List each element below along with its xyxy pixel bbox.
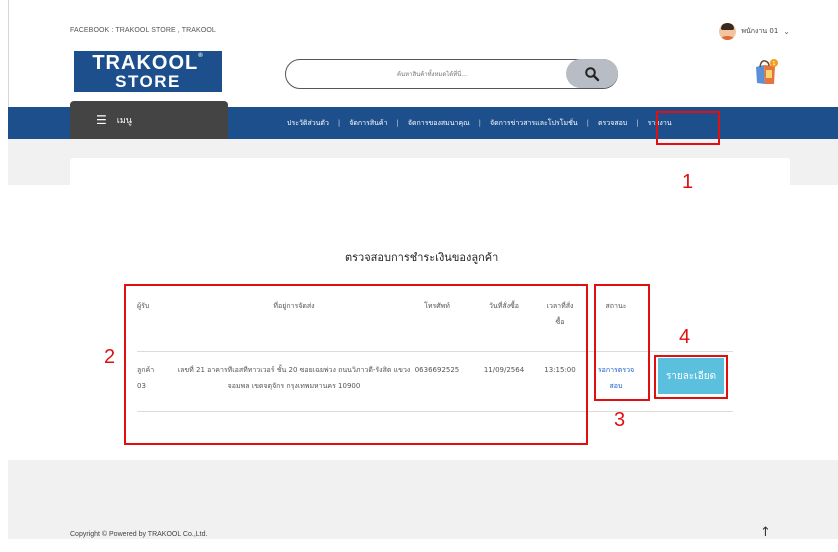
- cart-icon: 1: [756, 59, 778, 84]
- copyright-text: Copyright © Powered by TRAKOOL Co.,Ltd.: [70, 531, 208, 538]
- nav-separator: |: [586, 119, 589, 127]
- nav-links: ประวัติส่วนตัว | จัดการสินค้า | จัดการขอ…: [287, 107, 672, 139]
- annotation-box-3: [594, 284, 650, 401]
- footer-bar: [8, 539, 838, 552]
- annotation-box-4: [654, 355, 728, 399]
- annotation-number-3: 3: [614, 409, 626, 431]
- user-menu[interactable]: พนักงาน 01 ⌄: [719, 22, 790, 40]
- logo-line2: STORE: [115, 72, 181, 91]
- store-logo[interactable]: TRAKOOL® STORE: [74, 51, 222, 92]
- annotation-box-1: [656, 111, 720, 145]
- user-name: พนักงาน 01: [741, 26, 779, 35]
- search-button[interactable]: [566, 59, 618, 88]
- nav-separator: |: [337, 119, 341, 127]
- logo-line1: TRAKOOL: [92, 52, 199, 74]
- page-title: ตรวจสอบการชำระเงินของลูกค้า: [345, 251, 499, 264]
- page-root: FACEBOOK : TRAKOOL STORE , TRAKOOL พนักง…: [0, 0, 838, 552]
- search-bar: [285, 59, 618, 89]
- cart-button[interactable]: 1: [751, 57, 781, 87]
- nav-profile[interactable]: ประวัติส่วนตัว: [287, 118, 329, 129]
- nav-separator: |: [636, 119, 639, 127]
- svg-text:1: 1: [772, 61, 775, 67]
- top-strip: FACEBOOK : TRAKOOL STORE , TRAKOOL พนักง…: [70, 22, 790, 40]
- menu-label: เมนู: [116, 116, 132, 126]
- chevron-down-icon: ⌄: [783, 26, 790, 36]
- hamburger-icon: ☰: [96, 113, 107, 127]
- annotation-number-2: 2: [104, 346, 116, 368]
- facebook-text: FACEBOOK : TRAKOOL STORE , TRAKOOL: [70, 27, 216, 34]
- nav-separator: |: [478, 119, 481, 127]
- nav-gifts[interactable]: จัดการของสมนาคุณ: [408, 118, 470, 129]
- logo-reg-mark: ®: [198, 53, 204, 59]
- arrow-up-icon[interactable]: ↑: [760, 525, 771, 540]
- annotation-number-1: 1: [682, 171, 694, 193]
- avatar: [719, 22, 737, 40]
- menu-toggle-button[interactable]: ☰ เมนู: [70, 101, 228, 139]
- annotation-number-4: 4: [679, 326, 691, 348]
- annotation-box-2: [124, 284, 588, 445]
- nav-products[interactable]: จัดการสินค้า: [349, 118, 387, 129]
- search-input[interactable]: [302, 66, 562, 82]
- nav-verify[interactable]: ตรวจสอบ: [598, 118, 627, 129]
- nav-news-promotions[interactable]: จัดการข่าวสารและโปรโมชั่น: [490, 118, 578, 129]
- search-icon: [585, 66, 600, 81]
- nav-separator: |: [396, 119, 399, 127]
